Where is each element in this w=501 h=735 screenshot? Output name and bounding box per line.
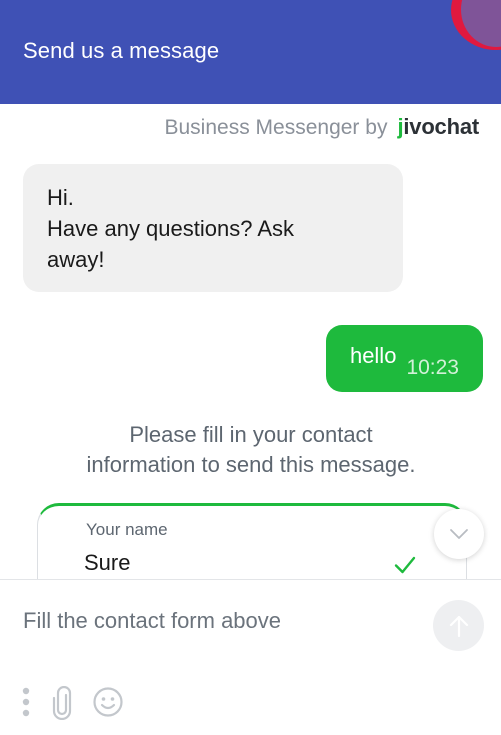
header-title: Send us a message <box>23 38 220 63</box>
attach-button[interactable] <box>50 686 74 720</box>
branding-text: Business Messenger by <box>164 116 388 139</box>
name-field-label: Your name <box>86 520 168 539</box>
chat-widget: Send us a message Business Messenger by … <box>0 0 501 735</box>
incoming-message-line: Hi. <box>47 185 74 210</box>
outgoing-message-text: hello <box>349 342 397 368</box>
message-composer <box>0 579 501 735</box>
contact-notice: Please fill in your contact information … <box>40 420 462 480</box>
incoming-message-line: Have any questions? Ask <box>47 216 295 241</box>
contact-notice-line: information to send this message. <box>86 452 416 477</box>
smiley-icon <box>93 687 123 717</box>
incoming-message: Hi. Have any questions? Ask away! <box>23 164 403 292</box>
outgoing-message: hello 10:23 <box>325 325 483 392</box>
send-button[interactable] <box>433 600 484 651</box>
emoji-button[interactable] <box>92 686 124 718</box>
name-field[interactable] <box>84 550 384 576</box>
chevron-down-icon <box>450 529 468 539</box>
jivochat-logo[interactable]: jivochat <box>397 114 479 140</box>
checkmark-icon <box>394 556 416 574</box>
more-options-button[interactable] <box>19 686 33 718</box>
logo-wordmark: ivochat <box>403 114 479 139</box>
branding: Business Messenger by jivochat <box>165 114 480 140</box>
scroll-down-button[interactable] <box>434 509 484 559</box>
arrow-up-icon <box>449 615 468 637</box>
chat-header: Send us a message <box>0 0 501 104</box>
more-vertical-icon <box>22 687 30 717</box>
contact-notice-line: Please fill in your contact <box>129 422 373 447</box>
incoming-message-line: away! <box>47 247 105 272</box>
paperclip-icon <box>52 686 72 720</box>
message-input[interactable] <box>23 608 413 634</box>
outgoing-message-time: 10:23 <box>406 355 459 379</box>
